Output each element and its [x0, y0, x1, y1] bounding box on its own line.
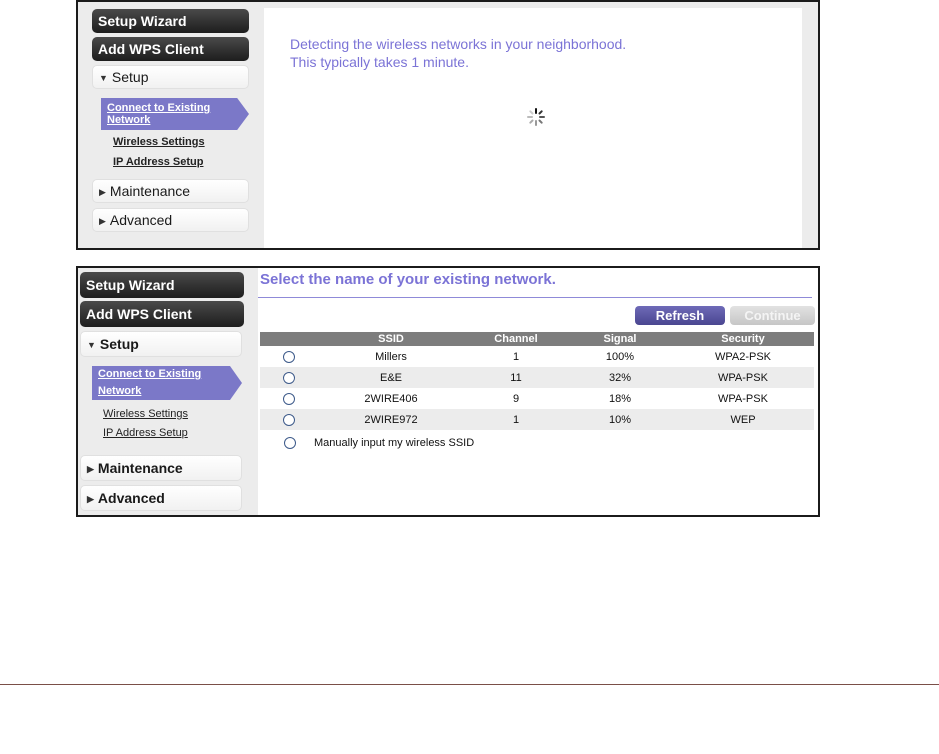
signal-cell: 100% [605, 350, 635, 363]
menu-advanced-label: Advanced [109, 212, 173, 228]
menu-setup-wizard[interactable]: Setup Wizard [92, 9, 249, 33]
detecting-message: Detecting the wireless networks in your … [290, 35, 626, 71]
signal-cell: 32% [568, 367, 672, 388]
network-radio-button[interactable] [283, 350, 295, 363]
menu-setup-label: Setup [111, 69, 149, 85]
detecting-line-2: This typically takes 1 minute. [290, 54, 469, 70]
menu-advanced-label: Advanced [97, 490, 165, 506]
submenu-wireless-settings[interactable]: Wireless Settings [103, 408, 188, 420]
chevron-right-icon: ▶ [87, 464, 94, 474]
menu-add-wps-client[interactable]: Add WPS Client [92, 37, 249, 61]
menu-maintenance-label: Maintenance [109, 183, 191, 199]
detecting-line-1: Detecting the wireless networks in your … [290, 36, 627, 52]
menu-advanced[interactable]: ▶ Advanced [80, 485, 242, 511]
continue-button[interactable]: Continue [730, 306, 815, 325]
menu-setup[interactable]: ▼ Setup [92, 65, 249, 89]
chevron-down-icon: ▼ [99, 73, 108, 83]
manual-ssid-option[interactable]: Manually input my wireless SSID [284, 437, 475, 450]
radio-cell [260, 388, 318, 409]
network-select-content: Select the name of your existing network… [258, 268, 818, 515]
radio-cell [260, 346, 318, 367]
security-cell: WPA2-PSK [714, 350, 772, 363]
network-radio-button[interactable] [283, 392, 295, 405]
chevron-right-icon: ▶ [87, 494, 94, 504]
submenu-wireless-settings[interactable]: Wireless Settings [113, 136, 205, 148]
menu-maintenance[interactable]: ▶ Maintenance [80, 455, 242, 481]
signal-cell: 18% [608, 392, 632, 405]
signal-cell: 10% [568, 409, 672, 430]
ssid-cell: E&E [318, 367, 464, 388]
loading-spinner-icon [527, 108, 545, 126]
submenu-ip-address-setup[interactable]: IP Address Setup [103, 427, 188, 439]
menu-setup[interactable]: ▼ Setup [80, 331, 242, 357]
manual-ssid-radio-button[interactable] [284, 437, 296, 450]
menu-add-wps-client[interactable]: Add WPS Client [80, 301, 244, 327]
channel-cell: 1 [512, 350, 520, 363]
page-title: Select the name of your existing network… [260, 271, 556, 288]
menu-setup-wizard[interactable]: Setup Wizard [80, 272, 244, 298]
radio-cell [260, 409, 318, 430]
table-row[interactable]: E&E 11 32% WPA-PSK [260, 367, 814, 388]
network-radio-button[interactable] [283, 371, 295, 384]
submenu-ip-address-setup[interactable]: IP Address Setup [113, 156, 203, 168]
chevron-right-icon: ▶ [99, 187, 106, 197]
column-header-select [260, 332, 318, 346]
column-header-signal: Signal [568, 332, 672, 346]
detecting-screen: Setup Wizard Add WPS Client ▼ Setup Conne… [76, 0, 820, 250]
footer-divider [0, 684, 939, 685]
network-select-screen: Setup Wizard Add WPS Client ▼ Setup Conne… [76, 266, 820, 517]
radio-cell [260, 367, 318, 388]
table-row[interactable]: 2WIRE406 9 18% WPA-PSK [260, 388, 814, 409]
column-header-ssid: SSID [318, 332, 464, 346]
sidebar: Setup Wizard Add WPS Client ▼ Setup Conne… [78, 2, 264, 248]
menu-setup-label: Setup [99, 336, 139, 352]
table-row[interactable]: Millers 1 100% WPA2-PSK [260, 346, 814, 367]
table-row[interactable]: 2WIRE972 1 10% WEP [260, 409, 814, 430]
detecting-content: Detecting the wireless networks in your … [264, 8, 802, 248]
menu-maintenance[interactable]: ▶ Maintenance [92, 179, 249, 203]
chevron-right-icon: ▶ [99, 216, 106, 226]
title-divider [258, 297, 812, 298]
network-table: SSID Channel Signal Security Millers 1 1… [260, 332, 814, 430]
ssid-cell: 2WIRE406 [364, 392, 418, 405]
menu-advanced[interactable]: ▶ Advanced [92, 208, 249, 232]
ssid-cell: Millers [375, 350, 407, 363]
channel-cell: 11 [464, 367, 568, 388]
security-cell: WPA-PSK [718, 392, 768, 405]
network-radio-button[interactable] [283, 413, 295, 426]
channel-cell: 1 [464, 409, 568, 430]
security-cell: WEP [672, 409, 814, 430]
manual-ssid-label: Manually input my wireless SSID [314, 437, 475, 449]
menu-maintenance-label: Maintenance [97, 460, 183, 476]
column-header-channel: Channel [464, 332, 568, 346]
sidebar: Setup Wizard Add WPS Client ▼ Setup Conne… [78, 268, 258, 515]
submenu-connect-to-existing-network[interactable]: Connect to Existing Network [101, 98, 249, 130]
refresh-button[interactable]: Refresh [635, 306, 725, 325]
channel-cell: 9 [512, 392, 520, 405]
submenu-connect-to-existing-network[interactable]: Connect to Existing Network [92, 366, 242, 400]
ssid-cell: 2WIRE972 [318, 409, 464, 430]
column-header-security: Security [672, 332, 814, 346]
table-header-row: SSID Channel Signal Security [260, 332, 814, 346]
chevron-down-icon: ▼ [87, 340, 96, 350]
security-cell: WPA-PSK [672, 367, 814, 388]
